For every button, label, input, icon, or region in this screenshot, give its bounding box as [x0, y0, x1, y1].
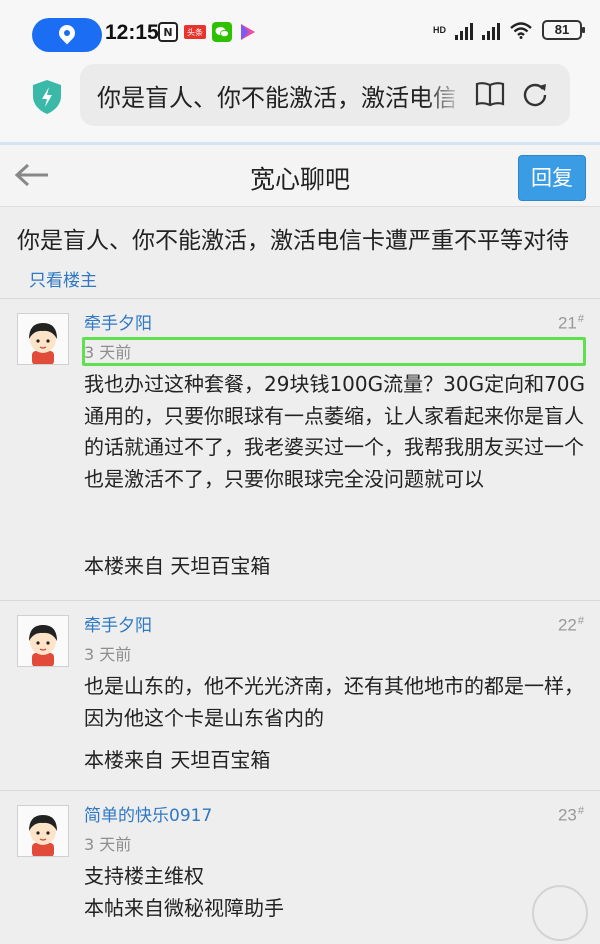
wechat-icon [212, 22, 232, 42]
thread-title-text: 你是盲人、你不能激活，激活电信卡遭严重不平等对待 [17, 228, 569, 254]
status-bar: 12:15 N 头条 HD 81 [0, 0, 600, 64]
floor-mark: # [577, 805, 584, 817]
floor-number: 21# [558, 313, 584, 334]
post-item: 简单的快乐0917 23# 3 天前 支持楼主维权 本帖来自微秘视障助手 [0, 790, 600, 944]
post-time: 3 天前 [84, 645, 132, 664]
highlight-annotation-box [82, 337, 586, 366]
page-title: 宽心聊吧 [249, 165, 350, 194]
op-only-link[interactable]: 只看楼主 [29, 271, 97, 291]
url-fade [425, 74, 465, 114]
location-indicator[interactable] [32, 18, 102, 52]
notification-icons: N 头条 [158, 22, 258, 42]
post-source: 本楼来自 天坦百宝箱 [84, 554, 271, 578]
battery-icon: 81 [542, 20, 585, 40]
post-item: 牵手夕阳 22# 3 天前 也是山东的，他不光光济南，还有其他地市的都是一样，因… [0, 600, 600, 790]
avatar[interactable] [17, 313, 69, 365]
post-body: 支持楼主维权 [84, 864, 204, 888]
floor-number-value: 21 [557, 313, 577, 333]
floor-number-value: 22 [557, 615, 577, 635]
floor-number: 23# [558, 805, 584, 826]
post-body: 也是山东的，他不光光济南，还有其他地市的都是一样，因为他这个卡是山东省内的 [84, 674, 584, 730]
post-author[interactable]: 简单的快乐0917 [84, 801, 212, 826]
location-pin-icon [55, 21, 79, 45]
post-source: 本帖来自微秘视障助手 [84, 896, 284, 920]
post-time: 3 天前 [84, 835, 132, 854]
watermark-circle [532, 885, 588, 941]
floor-number: 22# [558, 615, 584, 636]
floor-number-value: 23 [557, 805, 577, 825]
post-source: 本楼来自 天坦百宝箱 [84, 748, 271, 772]
play-store-icon [238, 22, 258, 42]
avatar[interactable] [17, 805, 69, 857]
cartoon-avatar-icon [29, 323, 57, 365]
floor-mark: # [577, 313, 584, 325]
address-bar[interactable]: 你是盲人、你不能激活，激活电信卡遭严重不平等对待 [80, 64, 570, 126]
reply-button[interactable]: 回复 [518, 155, 586, 201]
status-time: 12:15 [105, 21, 159, 44]
nfc-icon: N [158, 22, 178, 42]
reader-mode-icon[interactable] [475, 81, 505, 107]
post-body: 我也办过这种套餐，29块钱100G流量？30G定向和70G通用的，只要你眼球有一… [84, 372, 586, 491]
avatar[interactable] [17, 615, 69, 667]
browser-toolbar: 你是盲人、你不能激活，激活电信卡遭严重不平等对待 [0, 64, 600, 144]
post-author[interactable]: 牵手夕阳 [84, 611, 152, 636]
app-header: 宽心聊吧 回复 [0, 145, 600, 207]
cartoon-avatar-icon [29, 625, 57, 667]
url-text[interactable]: 你是盲人、你不能激活，激活电信卡遭严重不平等对待 [97, 78, 455, 113]
cartoon-avatar-icon [29, 815, 57, 857]
wifi-icon [510, 22, 532, 39]
thread-title: 你是盲人、你不能激活，激活电信卡遭严重不平等对待只看楼主 [17, 222, 587, 300]
signal-1-icon [455, 20, 473, 40]
floor-mark: # [577, 615, 584, 627]
security-shield-icon[interactable] [31, 79, 63, 115]
toutiao-icon: 头条 [184, 25, 206, 39]
post-author[interactable]: 牵手夕阳 [84, 309, 152, 334]
system-indicators: HD 81 [433, 20, 585, 40]
reload-icon[interactable] [521, 80, 549, 108]
signal-2-icon [482, 20, 500, 40]
hd-label: HD [433, 24, 446, 35]
